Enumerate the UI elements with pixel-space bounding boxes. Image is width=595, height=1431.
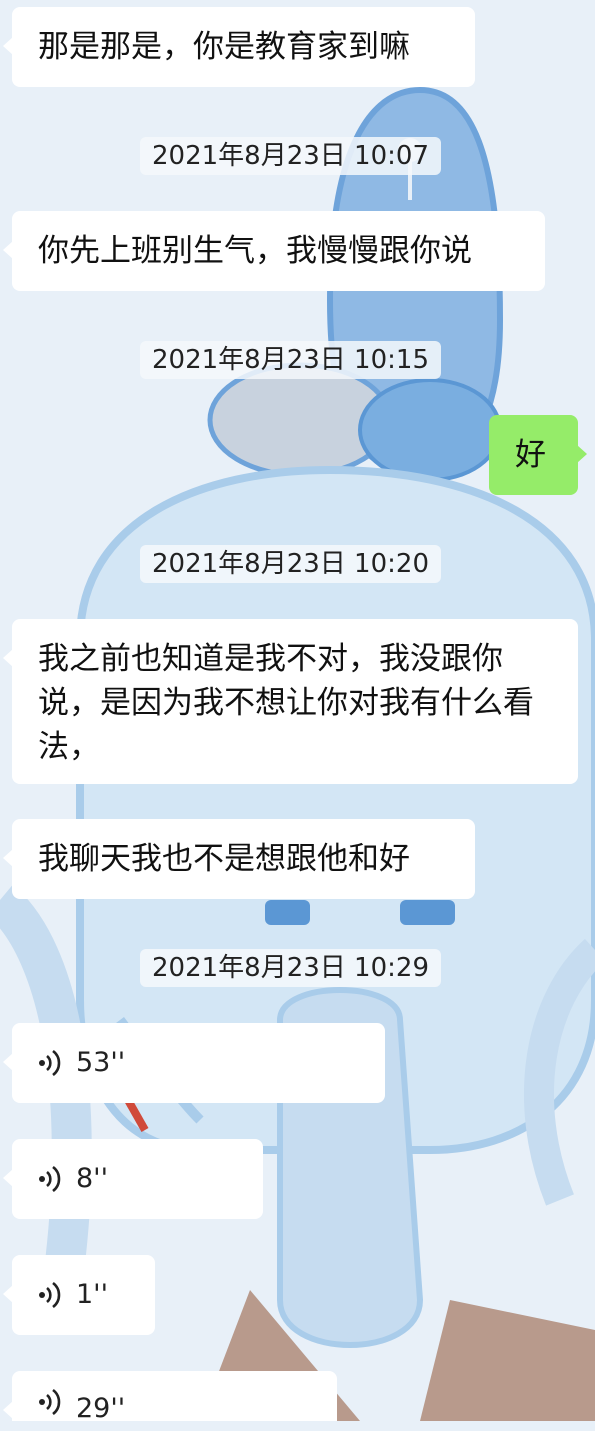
voice-duration: 29'' <box>76 1393 126 1424</box>
message-bubble-outgoing[interactable]: 好 <box>489 415 587 495</box>
voice-message[interactable]: 1'' <box>3 1255 155 1335</box>
voice-duration: 1'' <box>76 1279 109 1310</box>
message-bubble-incoming[interactable]: 你先上班别生气，我慢慢跟你说 <box>3 211 545 291</box>
voice-wave-icon <box>39 1165 61 1193</box>
voice-wave-icon <box>39 1281 61 1309</box>
message-text: 你先上班别生气，我慢慢跟你说 <box>38 233 472 269</box>
voice-wave-icon <box>39 1388 61 1416</box>
voice-message[interactable]: 29'' <box>3 1371 337 1424</box>
message-bubble-incoming[interactable]: 那是那是，你是教育家到嘛 <box>3 7 475 87</box>
message-text: 那是那是，你是教育家到嘛 <box>38 29 410 65</box>
voice-duration: 8'' <box>76 1163 109 1194</box>
voice-duration: 53'' <box>76 1047 126 1078</box>
message-text: 好 <box>515 437 546 473</box>
message-timestamp: 2021年8月23日 10:07 <box>140 137 441 175</box>
voice-wave-icon <box>39 1049 61 1077</box>
voice-message[interactable]: 8'' <box>3 1139 263 1219</box>
voice-message[interactable]: 53'' <box>3 1023 385 1103</box>
message-timestamp: 2021年8月23日 10:29 <box>140 949 441 987</box>
message-text: 我之前也知道是我不对，我没跟你说，是因为我不想让你对我有什么看法， <box>38 641 534 765</box>
message-timestamp: 2021年8月23日 10:20 <box>140 545 441 583</box>
message-bubble-incoming[interactable]: 我之前也知道是我不对，我没跟你说，是因为我不想让你对我有什么看法， <box>3 619 578 784</box>
message-text: 我聊天我也不是想跟他和好 <box>38 841 410 877</box>
message-bubble-incoming[interactable]: 我聊天我也不是想跟他和好 <box>3 819 475 899</box>
message-timestamp: 2021年8月23日 10:15 <box>140 341 441 379</box>
